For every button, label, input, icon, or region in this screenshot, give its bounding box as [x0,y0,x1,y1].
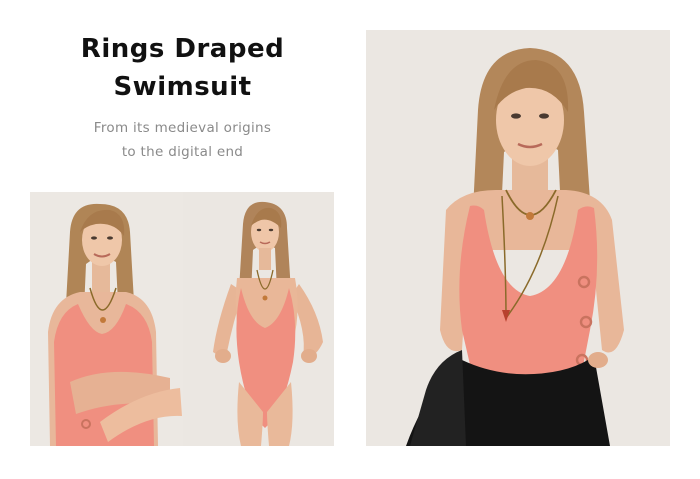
product-page: Rings Draped Swimsuit From its medieval … [0,0,700,479]
model-arms-crossed-photo[interactable] [30,192,183,446]
model-arms-crossed-illustration [30,192,183,446]
product-subtitle-line-1: From its medieval origins [93,120,272,136]
product-title-line-2: Swimsuit [113,72,252,102]
product-title-line-1: Rings Draped [80,34,285,64]
model-full-body-photo[interactable] [183,192,334,446]
product-subtitle: From its medieval origins to the digital… [30,116,335,164]
product-subtitle-line-2: to the digital end [121,144,244,160]
model-with-black-skirt-illustration [366,30,670,446]
model-full-body-illustration [183,192,334,446]
model-with-black-skirt-photo[interactable] [366,30,670,446]
product-title: Rings Draped Swimsuit [30,30,335,106]
